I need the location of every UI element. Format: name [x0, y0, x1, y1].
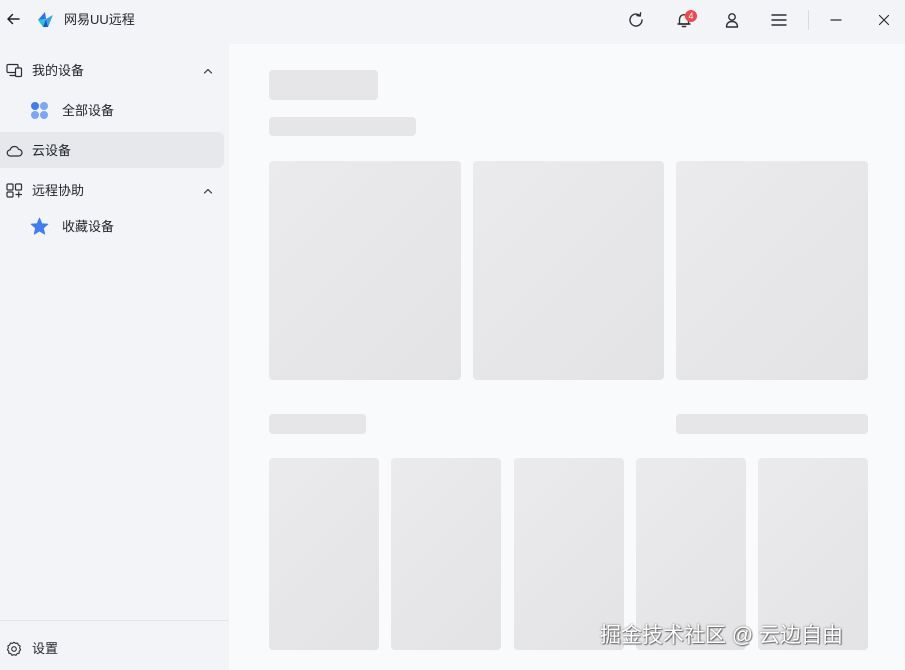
minimize-icon[interactable] — [826, 10, 846, 30]
chevron-up-icon[interactable] — [202, 65, 214, 77]
sidebar-item-label: 全部设备 — [62, 102, 115, 118]
watermark: 掘金技术社区 @ 云边自由 — [600, 624, 843, 647]
sidebar-item-favorites[interactable]: 收藏设备 — [30, 217, 114, 236]
skeleton-subtitle — [269, 117, 416, 136]
skeleton-small-card — [269, 458, 379, 650]
devices-icon — [6, 62, 23, 79]
titlebar-divider — [808, 10, 809, 30]
skeleton-small-card — [391, 458, 501, 650]
cloud-icon — [6, 142, 23, 159]
skeleton-small-card — [758, 458, 868, 650]
refresh-icon[interactable] — [626, 10, 646, 30]
app-title: 网易UU远程 — [64, 12, 135, 27]
skeleton-section-title — [269, 414, 366, 434]
sidebar-item-remote-assist[interactable]: 远程协助 — [6, 182, 214, 199]
gear-icon — [6, 640, 23, 657]
skeleton-small-card — [636, 458, 746, 650]
star-icon — [30, 217, 49, 236]
sidebar-item-my-devices[interactable]: 我的设备 — [6, 62, 214, 79]
app-logo-icon — [36, 10, 55, 29]
close-icon[interactable] — [874, 10, 894, 30]
skeleton-small-card — [514, 458, 624, 650]
sidebar-item-label: 云设备 — [32, 142, 72, 158]
back-arrow-icon[interactable] — [4, 9, 22, 29]
skeleton-card — [676, 161, 868, 380]
grid-dots-icon — [30, 101, 49, 120]
skeleton-card — [269, 161, 461, 380]
sidebar-item-label: 收藏设备 — [62, 218, 115, 234]
sidebar: 我的设备 全部设备 云设备 远程协助 收藏设备 设置 — [0, 44, 229, 670]
sidebar-item-all-devices[interactable]: 全部设备 — [30, 101, 114, 120]
sidebar-item-cloud-devices-content: 云设备 — [6, 142, 71, 159]
skeleton-title — [269, 70, 378, 100]
notification-badge: 4 — [685, 10, 697, 22]
sidebar-divider — [0, 620, 229, 621]
sidebar-item-label: 我的设备 — [32, 62, 85, 78]
sidebar-item-label: 设置 — [32, 640, 59, 656]
menu-icon[interactable] — [769, 10, 789, 30]
chevron-up-icon[interactable] — [202, 185, 214, 197]
skeleton-section-action — [676, 414, 868, 434]
user-icon[interactable] — [722, 10, 742, 30]
skeleton-card — [473, 161, 664, 380]
sidebar-item-settings[interactable]: 设置 — [6, 640, 58, 657]
title-bar: 网易UU远程 4 — [0, 0, 905, 44]
sidebar-item-label: 远程协助 — [32, 182, 85, 198]
remote-assist-icon — [6, 182, 23, 199]
